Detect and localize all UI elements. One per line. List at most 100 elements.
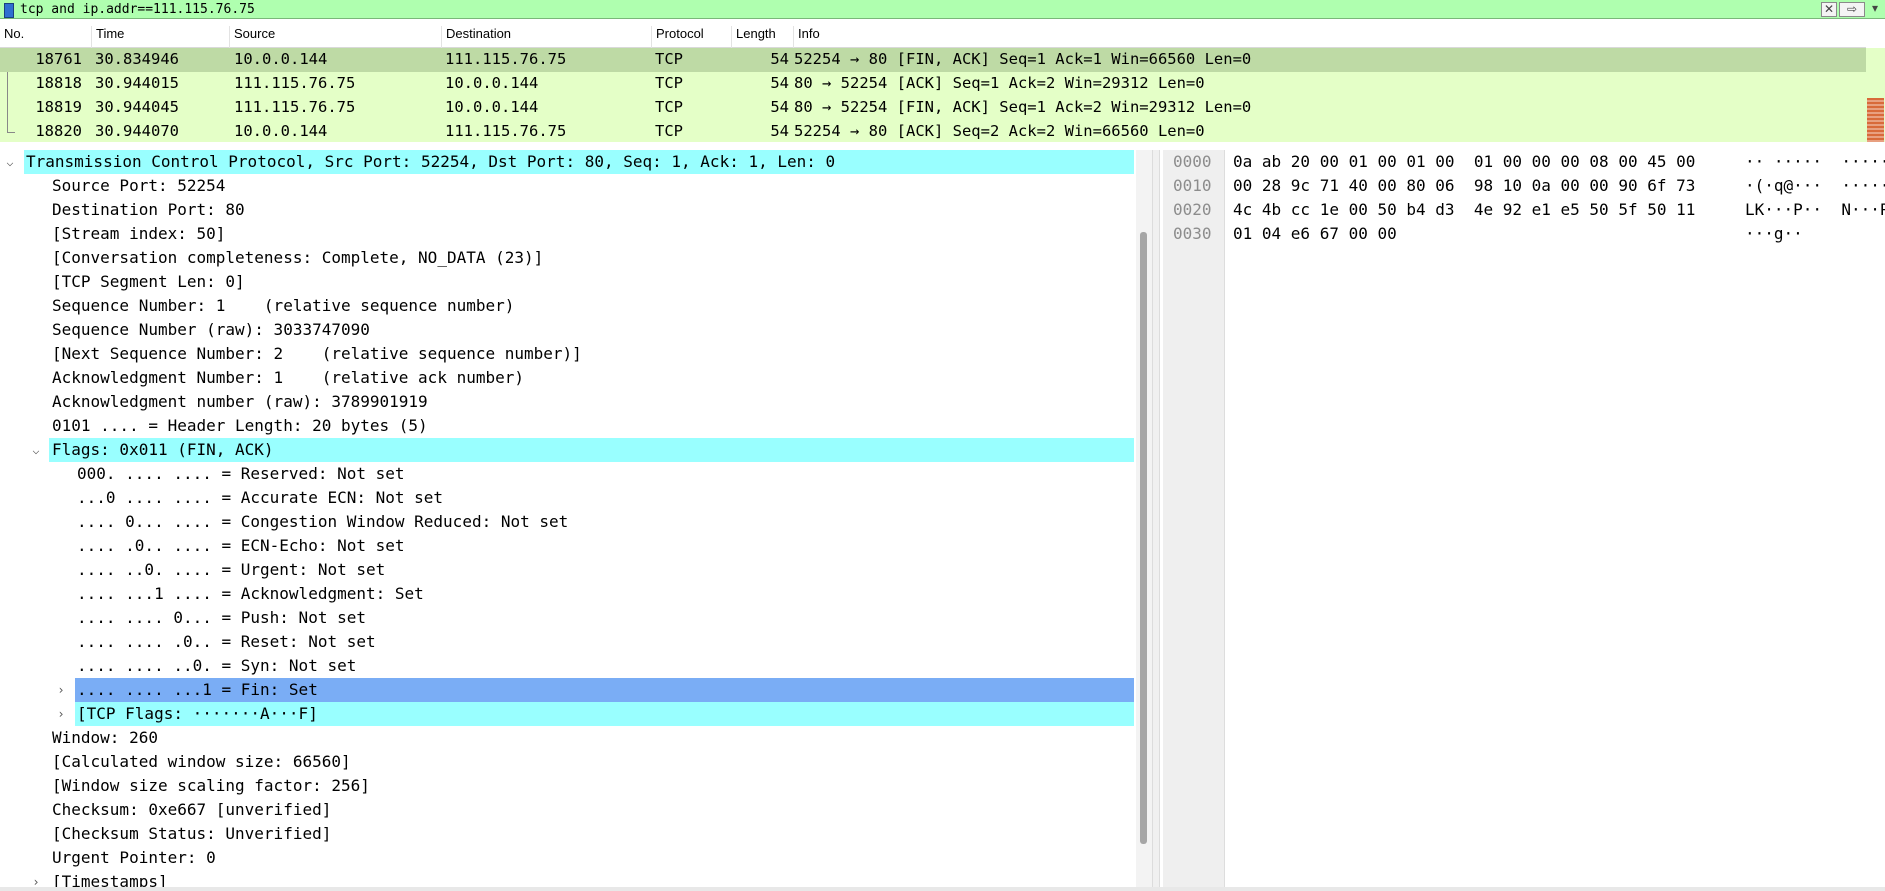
packet-protocol: TCP — [655, 50, 683, 68]
column-header-length[interactable]: Length — [732, 26, 794, 48]
detail-field[interactable]: Sequence Number: 1 (relative sequence nu… — [52, 294, 514, 318]
flag-bit[interactable]: .... .... ..0. = Syn: Not set — [77, 654, 356, 678]
detail-field[interactable]: [Window size scaling factor: 256] — [52, 774, 370, 798]
ascii-bytes[interactable]: ···g·· — [1745, 222, 1803, 246]
column-header-no[interactable]: No. — [0, 26, 92, 48]
byte-offset: 0000 — [1173, 152, 1212, 171]
detail-field[interactable]: [Calculated window size: 66560] — [52, 750, 351, 774]
packet-no: 18820 — [35, 122, 82, 140]
details-scrollbar-thumb[interactable] — [1140, 232, 1147, 844]
flag-bit[interactable]: .... .0.. .... = ECN-Echo: Not set — [77, 534, 405, 558]
flag-bit[interactable]: .... ...1 .... = Acknowledgment: Set — [77, 582, 424, 606]
column-header-time[interactable]: Time — [92, 26, 230, 48]
fin-flag-bit-selected[interactable]: .... .... ...1 = Fin: Set — [75, 678, 1134, 702]
hex-bytes[interactable]: 0a ab 20 00 01 00 01 00 01 00 00 00 08 0… — [1233, 150, 1695, 174]
hex-bytes[interactable]: 01 04 e6 67 00 00 — [1233, 222, 1397, 246]
display-filter-bar[interactable]: tcp and ip.addr==111.115.76.75 ✕ ⇨ ▾ — [0, 0, 1885, 19]
packet-info: 80 → 52254 [FIN, ACK] Seq=1 Ack=2 Win=29… — [794, 98, 1252, 116]
packet-length: 54 — [770, 74, 789, 92]
packet-source: 10.0.0.144 — [234, 122, 328, 140]
packet-time: 30.944015 — [95, 74, 179, 92]
packet-destination: 10.0.0.144 — [445, 74, 539, 92]
packet-details-pane[interactable]: ⌵ Transmission Control Protocol, Src Por… — [0, 150, 1136, 891]
detail-field[interactable]: Destination Port: 80 — [52, 198, 245, 222]
chevron-right-icon[interactable]: › — [54, 678, 68, 702]
packet-row-selected[interactable]: 18761 30.834946 10.0.0.144 111.115.76.75… — [0, 48, 1866, 72]
packet-row[interactable]: 18820 30.944070 10.0.0.144 111.115.76.75… — [0, 120, 1866, 142]
column-header-destination[interactable]: Destination — [442, 26, 652, 48]
detail-field[interactable]: [Conversation completeness: Complete, NO… — [52, 246, 543, 270]
ascii-bytes[interactable]: LK···P·· N···P_P· — [1745, 198, 1885, 222]
detail-field[interactable]: Acknowledgment Number: 1 (relative ack n… — [52, 366, 524, 390]
flag-bit[interactable]: ...0 .... .... = Accurate ECN: Not set — [77, 486, 443, 510]
packet-row[interactable]: 18818 30.944015 111.115.76.75 10.0.0.144… — [0, 72, 1866, 96]
chevron-down-icon[interactable]: ⌵ — [3, 150, 17, 174]
packet-time: 30.944045 — [95, 98, 179, 116]
packet-source: 111.115.76.75 — [234, 74, 356, 92]
display-filter-input[interactable]: tcp and ip.addr==111.115.76.75 — [20, 2, 1821, 17]
packet-destination: 111.115.76.75 — [445, 122, 567, 140]
hex-bytes[interactable]: 4c 4b cc 1e 00 50 b4 d3 4e 92 e1 e5 50 5… — [1233, 198, 1695, 222]
flag-bit[interactable]: .... 0... .... = Congestion Window Reduc… — [77, 510, 568, 534]
packet-length: 54 — [770, 50, 789, 68]
packet-bytes-pane[interactable]: 0000 0a ab 20 00 01 00 01 00 01 00 00 00… — [1163, 150, 1885, 891]
details-scrollbar[interactable] — [1136, 150, 1152, 891]
packet-protocol: TCP — [655, 74, 683, 92]
status-strip — [0, 887, 1885, 891]
detail-field[interactable]: Sequence Number (raw): 3033747090 — [52, 318, 370, 342]
packet-no: 18819 — [35, 98, 82, 116]
detail-field[interactable]: Source Port: 52254 — [52, 174, 225, 198]
detail-field[interactable]: Urgent Pointer: 0 — [52, 846, 216, 870]
clear-filter-button[interactable]: ✕ — [1821, 1, 1837, 17]
chevron-right-icon[interactable]: › — [54, 702, 68, 726]
packet-info: 52254 → 80 [ACK] Seq=2 Ack=2 Win=66560 L… — [794, 122, 1205, 140]
packet-list-scrollbar[interactable] — [1866, 48, 1885, 142]
detail-field[interactable]: [Next Sequence Number: 2 (relative seque… — [52, 342, 582, 366]
detail-field[interactable]: Acknowledgment number (raw): 3789901919 — [52, 390, 428, 414]
column-header-protocol[interactable]: Protocol — [652, 26, 732, 48]
packet-destination: 10.0.0.144 — [445, 98, 539, 116]
ascii-bytes[interactable]: ·(·q@··· ······os — [1745, 174, 1885, 198]
detail-field[interactable]: [Stream index: 50] — [52, 222, 225, 246]
byte-offset: 0030 — [1173, 224, 1212, 243]
flag-bit[interactable]: .... ..0. .... = Urgent: Not set — [77, 558, 385, 582]
packet-source: 10.0.0.144 — [234, 50, 328, 68]
packet-protocol: TCP — [655, 122, 683, 140]
detail-field[interactable]: Window: 260 — [52, 726, 158, 750]
flags-header[interactable]: Flags: 0x011 (FIN, ACK) — [49, 438, 1134, 462]
packet-time: 30.944070 — [95, 122, 179, 140]
pane-splitter[interactable] — [1152, 150, 1160, 891]
packet-no: 18761 — [35, 50, 82, 68]
flag-bit[interactable]: 000. .... .... = Reserved: Not set — [77, 462, 405, 486]
packet-list-scrollbar-thumb[interactable] — [1867, 98, 1884, 142]
flag-bit[interactable]: .... .... .0.. = Reset: Not set — [77, 630, 376, 654]
column-header-info[interactable]: Info — [794, 26, 1866, 48]
packet-info: 80 → 52254 [ACK] Seq=1 Ack=2 Win=29312 L… — [794, 74, 1205, 92]
packet-info: 52254 → 80 [FIN, ACK] Seq=1 Ack=1 Win=66… — [794, 50, 1252, 68]
packet-list-header: No. Time Source Destination Protocol Len… — [0, 20, 1866, 48]
apply-filter-button[interactable]: ⇨ — [1839, 1, 1865, 17]
filter-history-dropdown[interactable]: ▾ — [1867, 1, 1883, 17]
tcp-protocol-header[interactable]: Transmission Control Protocol, Src Port:… — [24, 150, 1134, 174]
packet-source: 111.115.76.75 — [234, 98, 356, 116]
tcp-flags-summary[interactable]: [TCP Flags: ·······A···F] — [75, 702, 1134, 726]
packet-length: 54 — [770, 98, 789, 116]
ascii-bytes[interactable]: ·· ····· ·····E· — [1745, 150, 1885, 174]
packet-list[interactable]: No. Time Source Destination Protocol Len… — [0, 20, 1885, 142]
detail-field[interactable]: [Checksum Status: Unverified] — [52, 822, 331, 846]
flag-bit[interactable]: .... .... 0... = Push: Not set — [77, 606, 366, 630]
chevron-down-icon[interactable]: ⌵ — [29, 438, 43, 462]
packet-row[interactable]: 18819 30.944045 111.115.76.75 10.0.0.144… — [0, 96, 1866, 120]
byte-offset: 0020 — [1173, 200, 1212, 219]
packet-protocol: TCP — [655, 98, 683, 116]
byte-offset: 0010 — [1173, 176, 1212, 195]
bookmark-icon[interactable] — [3, 2, 15, 18]
offset-gutter — [1163, 150, 1225, 891]
detail-field[interactable]: [TCP Segment Len: 0] — [52, 270, 245, 294]
packet-destination: 111.115.76.75 — [445, 50, 567, 68]
column-header-source[interactable]: Source — [230, 26, 442, 48]
packet-length: 54 — [770, 122, 789, 140]
hex-bytes[interactable]: 00 28 9c 71 40 00 80 06 98 10 0a 00 00 9… — [1233, 174, 1695, 198]
detail-field[interactable]: Checksum: 0xe667 [unverified] — [52, 798, 331, 822]
detail-field[interactable]: 0101 .... = Header Length: 20 bytes (5) — [52, 414, 428, 438]
